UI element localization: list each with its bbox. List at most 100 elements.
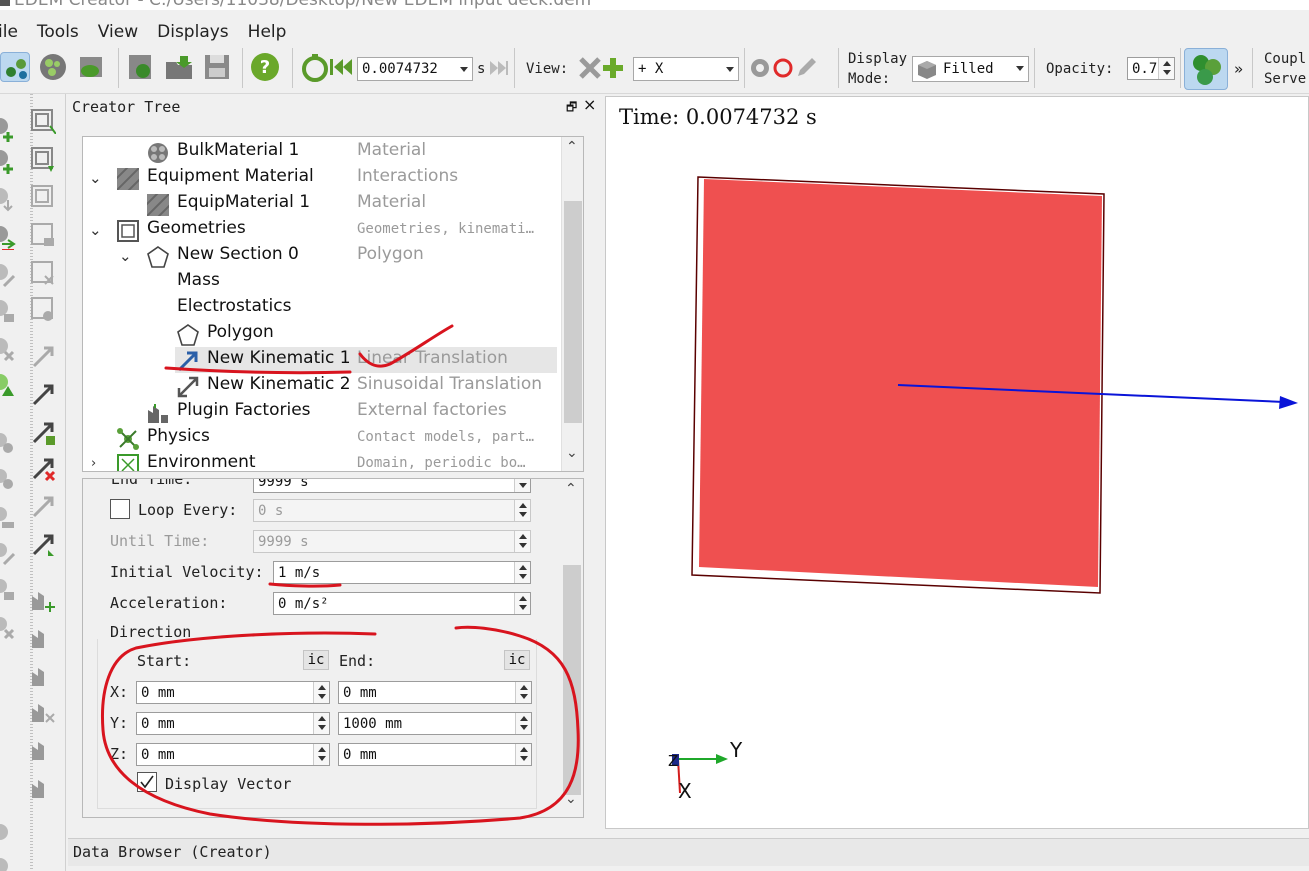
tree-item-equipment-material[interactable]: ⌄ Equipment Material Interactions [83, 165, 561, 191]
menu-displays[interactable]: Displays [147, 20, 238, 44]
tree-item-electrostatics[interactable]: Electrostatics [83, 295, 561, 321]
end-x-input[interactable]: 0 mm [338, 681, 532, 704]
until-time-input[interactable]: 9999 s [253, 530, 531, 553]
end-y-input[interactable]: 1000 mm [338, 712, 532, 735]
edit-material-icon[interactable] [0, 262, 16, 288]
spin-arrows-icon[interactable] [313, 744, 329, 765]
spin-arrows-icon[interactable] [514, 562, 530, 583]
particle-delete-icon[interactable] [0, 614, 16, 640]
new-deck-icon[interactable] [126, 52, 156, 82]
factory-copy-icon[interactable] [30, 774, 56, 800]
tree-item-bulkmaterial-1[interactable]: BulkMaterial 1 Material [83, 139, 561, 165]
scroll-down-icon[interactable]: ⌄ [566, 445, 578, 461]
start-x-input[interactable]: 0 mm [136, 681, 330, 704]
loop-every-input[interactable]: 0 s [253, 499, 531, 522]
creator-mode-icon[interactable] [0, 52, 30, 82]
acceleration-input[interactable]: 0 m/s² [273, 592, 531, 615]
view-plus-icon[interactable] [601, 56, 625, 80]
menu-tools[interactable]: Tools [27, 20, 88, 44]
start-y-input[interactable]: 0 mm [136, 712, 330, 735]
particle-edit-icon[interactable] [0, 540, 16, 566]
particle-add-icon[interactable] [0, 430, 16, 456]
tree-item-physics[interactable]: Physics Contact models, part… [83, 425, 561, 451]
delete-geometry-icon[interactable] [30, 260, 56, 286]
properties-scrollbar[interactable]: ⌃ ⌄ [561, 479, 583, 817]
tree-item-mass[interactable]: Mass [83, 269, 561, 295]
display-mode-combo[interactable]: Filled [912, 56, 1029, 82]
float-panel-icon[interactable]: 🗗 [566, 98, 577, 119]
opacity-spinbox[interactable]: 0.7 [1127, 57, 1175, 80]
export-factory-icon[interactable] [30, 662, 56, 688]
particle-color-icon[interactable] [1184, 48, 1228, 90]
spin-arrows-icon[interactable] [313, 713, 329, 734]
factory-properties-icon[interactable] [30, 736, 56, 762]
delete-factory-icon[interactable] [30, 698, 56, 724]
chevron-down-icon[interactable]: ⌄ [89, 221, 102, 239]
toolbar-overflow-icon[interactable]: » [1234, 60, 1243, 78]
tree-item-geometries[interactable]: ⌄ Geometries Geometries, kinemati… [83, 217, 561, 243]
tree-item-plugin-factories[interactable]: Plugin Factories External factories [83, 399, 561, 425]
add-geometry-icon[interactable] [30, 108, 57, 135]
add-factory-icon[interactable] [30, 586, 56, 612]
material-star-icon[interactable] [0, 372, 16, 398]
settings-gear-icon[interactable] [748, 56, 772, 80]
chevron-down-icon[interactable]: ⌄ [119, 247, 132, 265]
view-direction-combo[interactable]: + X [633, 57, 739, 81]
tree-item-new-kinematic-2[interactable]: New Kinematic 2 Sinusoidal Translation [83, 373, 561, 399]
start-z-input[interactable]: 0 mm [136, 743, 330, 766]
end-z-input[interactable]: 0 mm [338, 743, 532, 766]
bulk-material-icon[interactable] [76, 52, 106, 82]
add-particle-icon[interactable] [0, 116, 16, 142]
tree-item-polygon[interactable]: Polygon [83, 321, 561, 347]
import-material-icon[interactable] [0, 186, 16, 212]
time-combo[interactable]: 0.0074732 [357, 57, 473, 81]
spin-arrows-icon[interactable] [514, 479, 530, 492]
save-icon[interactable] [202, 52, 232, 82]
edit-pencil-icon[interactable] [794, 56, 818, 80]
tree-item-new-section-0[interactable]: ⌄ New Section 0 Polygon [83, 243, 561, 269]
particle-upload-icon[interactable] [0, 504, 16, 530]
display-vector-checkbox[interactable] [137, 772, 157, 792]
timer-icon[interactable] [300, 52, 330, 82]
copy-material-icon[interactable] [0, 224, 16, 251]
add-kinematic-icon[interactable] [30, 344, 56, 370]
spin-arrows-icon[interactable] [514, 500, 530, 521]
coupling-server-label-line1[interactable]: Coupl [1264, 51, 1306, 67]
chevron-right-icon[interactable]: › [91, 456, 96, 471]
spin-arrows-icon[interactable] [515, 744, 531, 765]
export-geometry-icon[interactable] [30, 184, 56, 210]
spin-arrows-icon[interactable] [515, 682, 531, 703]
delete-kinematic-icon[interactable] [30, 456, 56, 482]
material-properties-icon[interactable] [0, 298, 16, 324]
close-panel-icon[interactable]: × [583, 95, 596, 114]
view-x-icon[interactable] [578, 56, 602, 80]
factory-particles-icon[interactable] [0, 820, 16, 846]
spin-arrows-icon[interactable] [313, 682, 329, 703]
spin-arrows-icon[interactable] [514, 593, 530, 614]
initial-velocity-input[interactable]: 1 m/s [273, 561, 531, 584]
tree-item-environment[interactable]: › Environment Domain, periodic bo… [83, 451, 561, 471]
geometry-properties-icon[interactable] [30, 222, 56, 248]
rewind-icon[interactable] [328, 52, 354, 82]
spin-arrows-icon[interactable] [515, 713, 531, 734]
scroll-down-icon[interactable]: ⌄ [565, 791, 577, 807]
scroll-up-icon[interactable]: ⌃ [566, 139, 578, 155]
linear-kinematic-icon[interactable] [30, 382, 56, 408]
coupling-server-label-line2[interactable]: Serve [1264, 71, 1306, 87]
end-time-input[interactable]: 9999 s [253, 479, 531, 493]
spin-arrows-icon[interactable] [1158, 58, 1174, 79]
add-bulk-material-icon[interactable] [0, 148, 16, 174]
import-factory-icon[interactable] [30, 624, 56, 650]
loop-every-checkbox[interactable] [110, 499, 130, 519]
spin-arrows-icon[interactable] [514, 531, 530, 552]
factory-particles-2-icon[interactable] [0, 854, 16, 871]
menu-help[interactable]: Help [238, 20, 296, 44]
scroll-up-icon[interactable]: ⌃ [565, 481, 577, 497]
particle-props-icon[interactable] [0, 576, 16, 602]
3d-viewport[interactable]: Time: 0.0074732 s Y X Z [605, 96, 1309, 829]
tree-item-equipmaterial-1[interactable]: EquipMaterial 1 Material [83, 191, 561, 217]
fast-forward-icon[interactable] [488, 57, 510, 79]
import-geometry-icon[interactable] [30, 146, 56, 172]
end-ic-button[interactable]: ic [504, 650, 530, 670]
reset-view-icon[interactable] [771, 56, 795, 80]
